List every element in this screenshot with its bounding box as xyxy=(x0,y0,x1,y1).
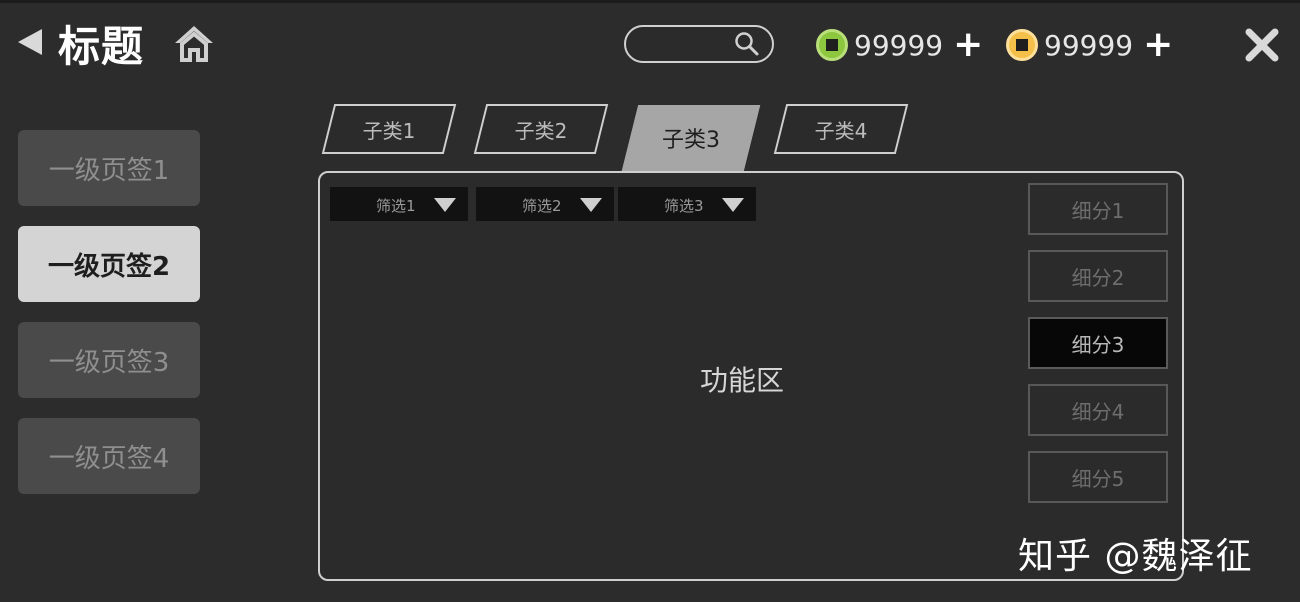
segment-button-4[interactable]: 细分4 xyxy=(1028,384,1168,436)
segment-button-5[interactable]: 细分5 xyxy=(1028,451,1168,503)
add-currency-button[interactable]: + xyxy=(953,27,983,63)
currency-gold: 99999 + xyxy=(1006,27,1173,63)
filter-label: 筛选3 xyxy=(664,197,704,215)
side-tab-3[interactable]: 一级页签3 xyxy=(18,322,200,398)
add-currency-button[interactable]: + xyxy=(1143,27,1173,63)
side-tab-label: 一级页签1 xyxy=(48,155,170,186)
subtab-label: 子类2 xyxy=(514,118,568,143)
currency-value: 99999 xyxy=(1044,28,1134,62)
segment-label: 细分4 xyxy=(1071,399,1125,424)
side-tab-2[interactable]: 一级页签2 xyxy=(18,226,200,302)
side-tab-label: 一级页签3 xyxy=(48,347,170,378)
segment-button-3[interactable]: 细分3 xyxy=(1028,317,1168,369)
close-icon[interactable] xyxy=(1244,27,1280,63)
segment-button-1[interactable]: 细分1 xyxy=(1028,183,1168,235)
gold-coin-icon xyxy=(1006,29,1038,61)
dropdown-triangle-icon xyxy=(434,198,456,212)
subtab-label: 子类4 xyxy=(814,118,868,143)
function-area-label: 功能区 xyxy=(700,364,785,397)
currency-value: 99999 xyxy=(854,28,944,62)
subtab-3[interactable]: 子类3 xyxy=(621,105,761,171)
subtab-4[interactable]: 子类4 xyxy=(773,104,909,154)
dropdown-triangle-icon xyxy=(580,198,602,212)
segment-button-2[interactable]: 细分2 xyxy=(1028,250,1168,302)
side-tab-label: 一级页签4 xyxy=(48,443,170,474)
home-icon[interactable] xyxy=(172,23,216,63)
search-input[interactable] xyxy=(640,33,734,57)
app-frame: 标题 99999 + 99999 + 一级页签1 一级页签2 一级页签3 一级页… xyxy=(0,0,1300,602)
filter-dropdown-1[interactable]: 筛选1 xyxy=(330,187,468,221)
side-tab-1[interactable]: 一级页签1 xyxy=(18,130,200,206)
green-coin-icon xyxy=(816,29,848,61)
back-arrow-icon[interactable] xyxy=(18,29,42,55)
filter-label: 筛选2 xyxy=(522,197,562,215)
subtab-label: 子类1 xyxy=(362,118,416,143)
filter-dropdown-2[interactable]: 筛选2 xyxy=(476,187,614,221)
currency-green: 99999 + xyxy=(816,27,983,63)
subtab-2[interactable]: 子类2 xyxy=(473,104,609,154)
segment-label: 细分1 xyxy=(1071,198,1125,223)
segment-label: 细分3 xyxy=(1071,332,1125,357)
filter-dropdown-3[interactable]: 筛选3 xyxy=(618,187,756,221)
segment-label: 细分2 xyxy=(1071,265,1125,290)
segment-label: 细分5 xyxy=(1071,466,1125,491)
page-title: 标题 xyxy=(58,22,145,71)
filter-label: 筛选1 xyxy=(376,197,416,215)
subtab-1[interactable]: 子类1 xyxy=(321,104,457,154)
search-box[interactable] xyxy=(624,25,774,63)
search-icon[interactable] xyxy=(734,31,760,57)
side-tab-4[interactable]: 一级页签4 xyxy=(18,418,200,494)
subtab-label: 子类3 xyxy=(662,128,720,153)
watermark: 知乎 @魏泽征 xyxy=(1018,536,1253,577)
dropdown-triangle-icon xyxy=(722,198,744,212)
side-tab-label: 一级页签2 xyxy=(47,251,171,282)
